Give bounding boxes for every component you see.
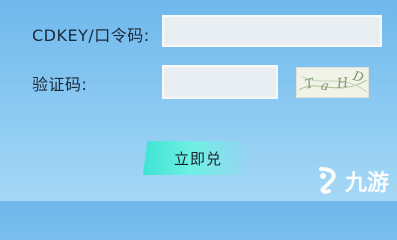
captcha-char: H bbox=[336, 75, 350, 92]
captcha-input[interactable] bbox=[162, 65, 278, 99]
watermark: 九游 bbox=[315, 165, 389, 197]
captcha-label: 验证码: bbox=[32, 75, 88, 94]
jiuyou-logo-icon bbox=[318, 167, 336, 194]
watermark-text: 九游 bbox=[344, 171, 389, 196]
cdkey-label: CDKEY/口令码: bbox=[32, 26, 150, 45]
cdkey-input[interactable] bbox=[162, 15, 382, 47]
captcha-image[interactable]: T a H D bbox=[296, 67, 369, 98]
redeem-button[interactable]: 立即兑 bbox=[143, 141, 251, 175]
